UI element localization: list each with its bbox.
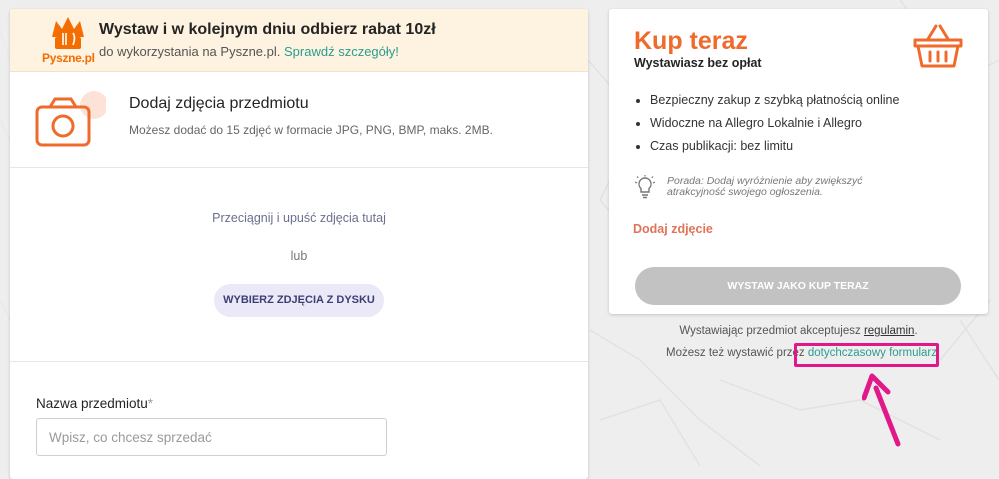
required-mark: * — [147, 396, 154, 411]
feature-item: Bezpieczny zakup z szybką płatnością onl… — [650, 93, 899, 107]
promo-desc-text: do wykorzystania na Pyszne.pl. — [99, 44, 281, 59]
buy-now-panel: Kup teraz Wystawiasz bez opłat Bezpieczn… — [609, 9, 988, 314]
annotation-arrow-icon — [862, 373, 901, 447]
photo-section-description: Możesz dodać do 15 zdjęć w formacie JPG,… — [129, 123, 493, 137]
basket-icon — [913, 24, 963, 68]
photo-section-header: Dodaj zdjęcia przedmiotu Możesz dodać do… — [10, 71, 588, 168]
item-name-input[interactable] — [36, 418, 387, 456]
listing-form-panel: Pyszne.pl Wystaw i w kolejnym dniu odbie… — [10, 9, 588, 479]
logo-text: Pyszne.pl — [42, 51, 95, 65]
pick-photos-button[interactable]: WYBIERZ ZDJĘCIA Z DYSKU — [214, 284, 384, 317]
terms-suffix: . — [914, 325, 918, 337]
lightbulb-icon — [634, 175, 656, 199]
annotation-highlight-box — [794, 343, 939, 367]
pyszne-logo-icon: Pyszne.pl — [42, 15, 95, 67]
features-list: Bezpieczny zakup z szybką płatnością onl… — [634, 93, 899, 162]
add-photo-link[interactable]: Dodaj zdjęcie — [633, 222, 713, 236]
promo-description: do wykorzystania na Pyszne.pl. Sprawdź s… — [99, 44, 399, 59]
feature-item: Czas publikacji: bez limitu — [650, 139, 899, 153]
terms-note: Wystawiając przedmiot akceptujesz regula… — [609, 325, 988, 337]
buy-now-title: Kup teraz — [634, 27, 748, 55]
section-divider — [10, 361, 588, 362]
promo-title: Wystaw i w kolejnym dniu odbierz rabat 1… — [99, 21, 436, 38]
item-name-label-text: Nazwa przedmiotu — [36, 396, 148, 411]
feature-item: Widoczne na Allegro Lokalnie i Allegro — [650, 116, 899, 130]
promo-banner[interactable]: Pyszne.pl Wystaw i w kolejnym dniu odbie… — [10, 9, 588, 72]
item-name-label: Nazwa przedmiotu* — [36, 396, 153, 411]
photo-section-title: Dodaj zdjęcia przedmiotu — [129, 95, 309, 112]
camera-icon — [35, 91, 106, 147]
promo-details-link[interactable]: Sprawdź szczegóły! — [284, 44, 399, 59]
legacy-prefix: Możesz też wystawić przez — [666, 347, 805, 359]
terms-prefix: Wystawiając przedmiot akceptujesz — [679, 325, 861, 337]
regulations-link[interactable]: regulamin — [864, 325, 915, 337]
drop-zone-text[interactable]: Przeciągnij i upuść zdjęcia tutaj — [10, 211, 588, 225]
tip-text: Porada: Dodaj wyróżnienie aby zwiększyć … — [667, 175, 863, 198]
buy-now-subtitle: Wystawiasz bez opłat — [634, 56, 762, 70]
drop-zone-or: lub — [290, 249, 308, 263]
submit-buy-now-button[interactable]: WYSTAW JAKO KUP TERAZ — [635, 267, 961, 305]
